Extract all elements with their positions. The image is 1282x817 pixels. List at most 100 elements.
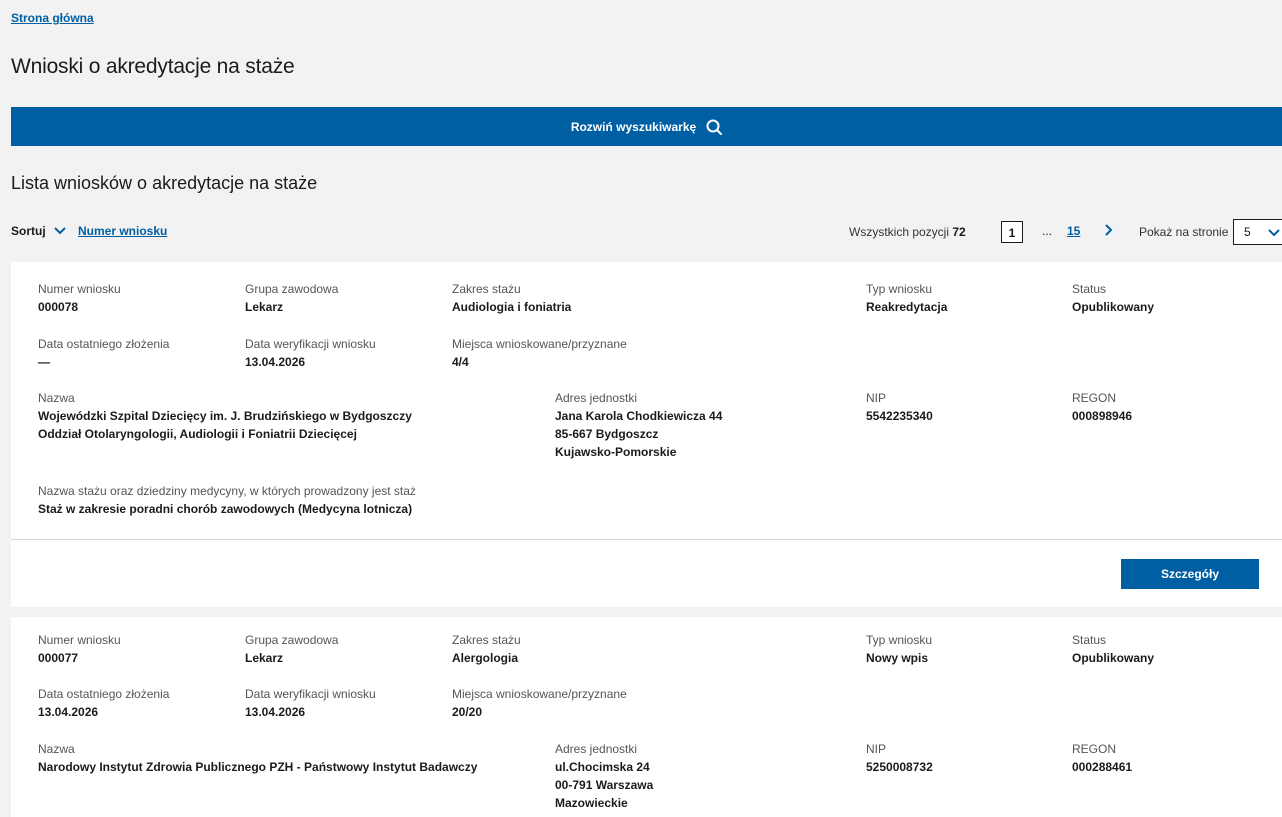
field-data-zlozenia: Data ostatniego złożenia 13.04.2026 bbox=[38, 687, 169, 720]
field-dziedziny: Nazwa stażu oraz dziedziny medycyny, w k… bbox=[38, 484, 416, 517]
field-value: Jana Karola Chodkiewicza 44 bbox=[555, 409, 723, 423]
field-status: Status Opublikowany bbox=[1072, 633, 1154, 666]
breadcrumb-home-link[interactable]: Strona główna bbox=[11, 11, 94, 25]
field-label: Nazwa bbox=[38, 391, 75, 405]
chevron-down-icon[interactable] bbox=[53, 224, 67, 238]
field-grupa: Grupa zawodowa Lekarz bbox=[245, 633, 338, 666]
sort-label: Sortuj bbox=[11, 224, 46, 238]
field-zakres: Zakres stażu Alergologia bbox=[452, 633, 521, 666]
field-status: Status Opublikowany bbox=[1072, 282, 1154, 315]
field-typ: Typ wniosku Nowy wpis bbox=[866, 633, 932, 666]
field-label: Zakres stażu bbox=[452, 633, 521, 647]
field-label: Miejsca wnioskowane/przyznane bbox=[452, 687, 627, 701]
search-icon bbox=[706, 119, 723, 135]
details-button[interactable]: Szczegóły bbox=[1121, 559, 1259, 589]
field-value: 13.04.2026 bbox=[245, 705, 306, 719]
field-label: REGON bbox=[1072, 742, 1117, 756]
field-label: Grupa zawodowa bbox=[245, 282, 339, 296]
field-label: Zakres stażu bbox=[452, 282, 521, 296]
field-value: Nowy wpis bbox=[866, 651, 929, 665]
field-label: Typ wniosku bbox=[866, 282, 933, 296]
list-toolbar: Sortuj Numer wniosku Wszystkich pozycji … bbox=[11, 219, 1282, 245]
per-page-value: 5 bbox=[1244, 225, 1251, 239]
last-page-link[interactable]: 15 bbox=[1067, 224, 1080, 238]
field-value: Alergologia bbox=[452, 651, 519, 665]
field-label: NIP bbox=[866, 742, 887, 756]
field-zakres: Zakres stażu Audiologia i foniatria bbox=[452, 282, 571, 315]
field-value: 00-791 Warszawa bbox=[555, 778, 654, 792]
field-miejsca: Miejsca wnioskowane/przyznane 4/4 bbox=[452, 337, 627, 370]
field-regon: REGON 000898946 bbox=[1072, 391, 1132, 424]
field-value: 000077 bbox=[38, 651, 79, 665]
field-value: Wojewódzki Szpital Dziecięcy im. J. Brud… bbox=[38, 409, 412, 423]
field-value: Reakredytacja bbox=[866, 300, 948, 314]
page-title: Wnioski o akredytacje na staże bbox=[11, 55, 295, 78]
list-title: Lista wniosków o akredytacje na staże bbox=[11, 173, 318, 193]
field-label: Adres jednostki bbox=[555, 742, 638, 756]
field-value: — bbox=[38, 355, 50, 369]
field-label: Numer wniosku bbox=[38, 633, 121, 647]
field-nip: NIP 5250008732 bbox=[866, 742, 933, 775]
field-value: 13.04.2026 bbox=[245, 355, 306, 369]
field-label: Miejsca wnioskowane/przyznane bbox=[452, 337, 627, 351]
field-value: 13.04.2026 bbox=[38, 705, 99, 719]
total-label: Wszystkich pozycji bbox=[849, 225, 950, 239]
field-value: 20/20 bbox=[452, 705, 483, 719]
total-value: 72 bbox=[952, 225, 966, 239]
field-typ: Typ wniosku Reakredytacja bbox=[866, 282, 947, 315]
field-regon: REGON 000288461 bbox=[1072, 742, 1132, 775]
field-value: Narodowy Instytut Zdrowia Publicznego PZ… bbox=[38, 760, 478, 774]
field-value: Oddział Otolaryngologii, Audiologii i Fo… bbox=[38, 427, 357, 441]
field-value: 000898946 bbox=[1072, 409, 1133, 423]
field-value: Mazowieckie bbox=[555, 796, 628, 810]
field-value: ul.Chocimska 24 bbox=[555, 760, 650, 774]
total-count: Wszystkich pozycji 72 bbox=[849, 225, 966, 239]
field-value: Audiologia i foniatria bbox=[452, 300, 572, 314]
field-numer: Numer wniosku 000078 bbox=[38, 282, 121, 315]
expand-search-label: Rozwiń wyszukiwarkę bbox=[570, 119, 697, 134]
per-page-label: Pokaż na stronie bbox=[1139, 225, 1229, 239]
chevron-right-icon[interactable] bbox=[1103, 223, 1115, 237]
application-card: Numer wniosku 000077 Grupa zawodowa Leka… bbox=[11, 617, 1282, 817]
chevron-down-icon bbox=[1268, 229, 1280, 237]
field-nazwa: Nazwa Wojewódzki Szpital Dziecięcy im. J… bbox=[38, 391, 412, 442]
field-nip: NIP 5542235340 bbox=[866, 391, 933, 424]
field-label: Status bbox=[1072, 633, 1107, 647]
field-label: Nazwa stażu oraz dziedziny medycyny, w k… bbox=[38, 484, 416, 498]
field-label: Data weryfikacji wniosku bbox=[245, 337, 376, 351]
field-value: 5250008732 bbox=[866, 760, 933, 774]
pagination-ellipsis: ... bbox=[1042, 224, 1053, 238]
field-value: Lekarz bbox=[245, 300, 284, 314]
field-label: Nazwa bbox=[38, 742, 75, 756]
field-label: Numer wniosku bbox=[38, 282, 121, 296]
field-value: Opublikowany bbox=[1072, 300, 1155, 314]
expand-search-button[interactable]: Rozwiń wyszukiwarkę bbox=[11, 107, 1282, 146]
field-data-zlozenia: Data ostatniego złożenia — bbox=[38, 337, 169, 370]
field-value: Staż w zakresie poradni chorób zawodowyc… bbox=[38, 502, 413, 516]
field-value: 4/4 bbox=[452, 355, 469, 369]
card-divider bbox=[11, 539, 1282, 540]
field-value: 85-667 Bydgoszcz bbox=[555, 427, 659, 441]
field-value: 000078 bbox=[38, 300, 79, 314]
per-page-select[interactable]: 5 bbox=[1233, 219, 1282, 245]
field-value: 5542235340 bbox=[866, 409, 933, 423]
field-label: Adres jednostki bbox=[555, 391, 638, 405]
field-grupa: Grupa zawodowa Lekarz bbox=[245, 282, 338, 315]
field-value: Kujawsko-Pomorskie bbox=[555, 445, 677, 459]
field-adres: Adres jednostki ul.Chocimska 24 00-791 W… bbox=[555, 742, 653, 811]
current-page[interactable]: 1 bbox=[1001, 221, 1023, 243]
field-label: Data ostatniego złożenia bbox=[38, 337, 170, 351]
field-label: Typ wniosku bbox=[866, 633, 933, 647]
field-data-weryfikacji: Data weryfikacji wniosku 13.04.2026 bbox=[245, 337, 376, 370]
field-nazwa: Nazwa Narodowy Instytut Zdrowia Publiczn… bbox=[38, 742, 477, 775]
field-data-weryfikacji: Data weryfikacji wniosku 13.04.2026 bbox=[245, 687, 376, 720]
sort-field-link[interactable]: Numer wniosku bbox=[78, 224, 167, 238]
field-numer: Numer wniosku 000077 bbox=[38, 633, 121, 666]
field-label: Status bbox=[1072, 282, 1107, 296]
field-miejsca: Miejsca wnioskowane/przyznane 20/20 bbox=[452, 687, 627, 720]
field-label: NIP bbox=[866, 391, 887, 405]
field-label: REGON bbox=[1072, 391, 1117, 405]
field-value: Opublikowany bbox=[1072, 651, 1155, 665]
application-card: Numer wniosku 000078 Grupa zawodowa Leka… bbox=[11, 262, 1282, 607]
field-value: 000288461 bbox=[1072, 760, 1133, 774]
